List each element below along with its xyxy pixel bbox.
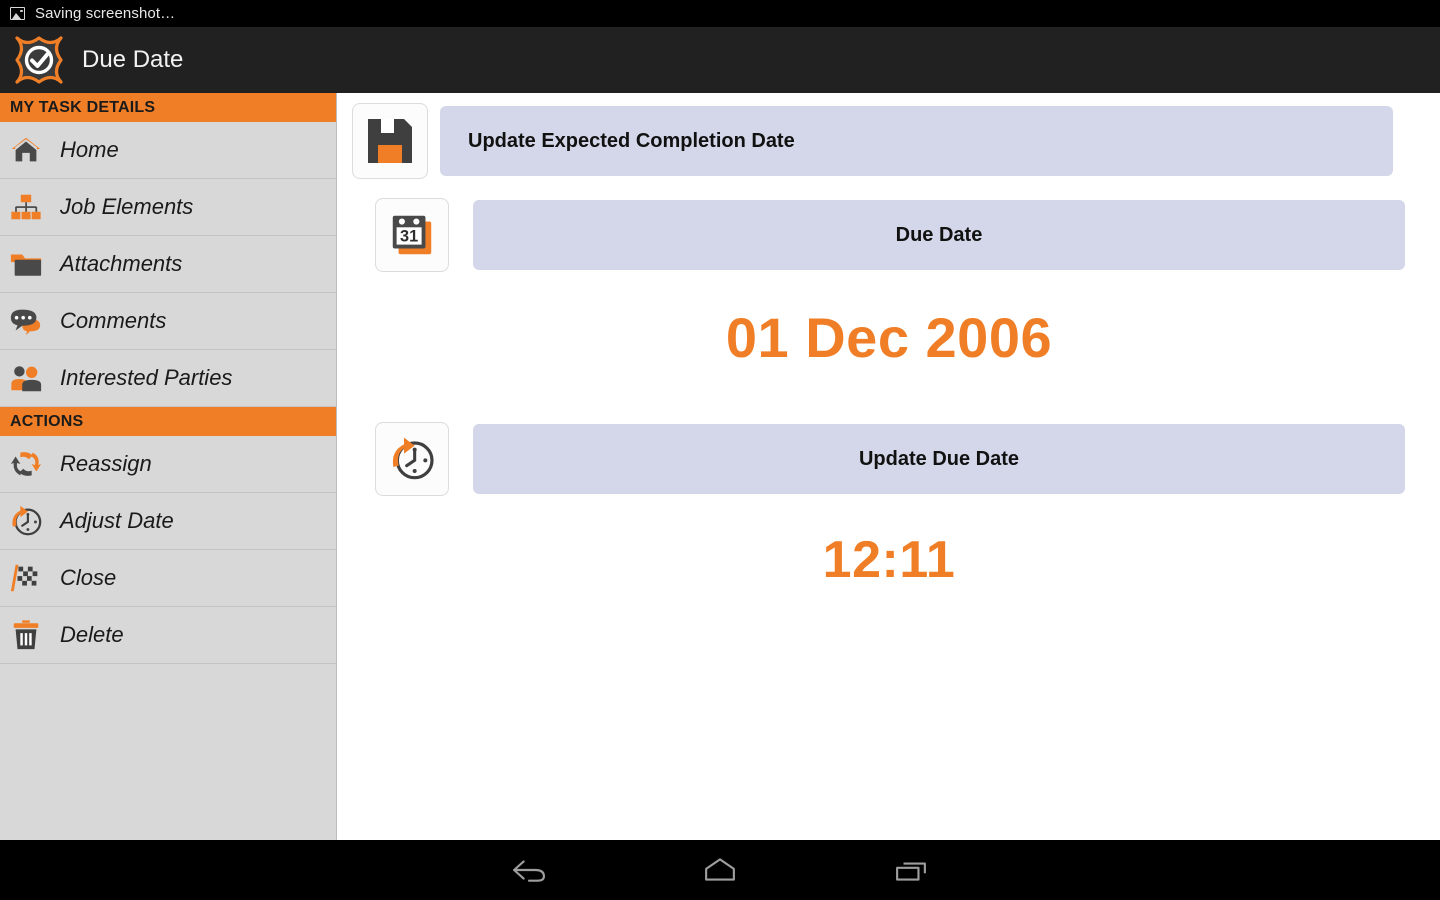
sidebar-item-label: Adjust Date (60, 508, 174, 533)
recents-icon[interactable] (883, 850, 939, 890)
home-icon (8, 132, 44, 168)
main-content: Update Expected Completion Date 31 Due D… (338, 93, 1440, 840)
sidebar-item-close[interactable]: Close (0, 550, 336, 607)
sidebar-item-label: Close (60, 565, 117, 590)
sidebar-item-label: Delete (60, 622, 124, 647)
sidebar: MY TASK DETAILS Home Job Elements Attach… (0, 93, 337, 840)
sidebar-item-label: Job Elements (60, 194, 194, 219)
calendar-31-icon[interactable]: 31 (375, 198, 449, 272)
sidebar-item-interested-parties[interactable]: Interested Parties (0, 350, 336, 407)
update-expected-completion-date-bar[interactable]: Update Expected Completion Date (440, 106, 1393, 176)
sidebar-item-label: Interested Parties (60, 365, 233, 390)
folder-icon (8, 246, 44, 282)
update-due-date-row[interactable]: Update Due Date (375, 422, 1405, 496)
reassign-arrows-icon (8, 446, 44, 482)
sidebar-item-job-elements[interactable]: Job Elements (0, 179, 336, 236)
sidebar-item-delete[interactable]: Delete (0, 607, 336, 664)
svg-text:31: 31 (400, 228, 418, 246)
update-expected-completion-date-row[interactable]: Update Expected Completion Date (352, 103, 1393, 179)
sidebar-section-header-my-task-details: MY TASK DETAILS (0, 93, 336, 122)
home-icon[interactable] (692, 850, 748, 890)
back-icon[interactable] (501, 850, 557, 890)
hierarchy-icon (8, 189, 44, 225)
sidebar-item-comments[interactable]: Comments (0, 293, 336, 350)
clock-arrow-icon (8, 503, 44, 539)
clock-arrow-icon[interactable] (375, 422, 449, 496)
sidebar-section-header-actions: ACTIONS (0, 407, 336, 436)
due-date-bar[interactable]: Due Date (473, 200, 1405, 270)
app-logo-check-star-icon[interactable] (14, 35, 64, 85)
checkered-flag-icon (8, 560, 44, 596)
sidebar-item-attachments[interactable]: Attachments (0, 236, 336, 293)
status-bar-text: Saving screenshot… (35, 5, 176, 22)
update-due-date-label: Update Due Date (858, 447, 1020, 470)
sidebar-item-reassign[interactable]: Reassign (0, 436, 336, 493)
due-date-value: 01 Dec 2006 (725, 306, 1053, 369)
image-icon (10, 7, 25, 20)
page-title: Due Date (82, 46, 184, 73)
people-icon (8, 360, 44, 396)
app-bar: Due Date (0, 27, 1440, 93)
update-due-date-bar[interactable]: Update Due Date (473, 424, 1405, 494)
sidebar-item-home[interactable]: Home (0, 122, 336, 179)
sidebar-item-label: Reassign (60, 451, 152, 476)
sidebar-item-label: Home (60, 137, 119, 162)
android-nav-bar (0, 840, 1440, 900)
trash-icon (8, 617, 44, 653)
sidebar-item-adjust-date[interactable]: Adjust Date (0, 493, 336, 550)
due-date-row[interactable]: 31 Due Date (375, 198, 1405, 272)
update-expected-completion-date-label: Update Expected Completion Date (468, 129, 795, 152)
due-date-label: Due Date (895, 223, 983, 246)
sidebar-item-label: Attachments (60, 251, 183, 276)
speech-bubble-icon (8, 303, 44, 339)
sidebar-item-label: Comments (60, 308, 167, 333)
android-status-bar: Saving screenshot… (0, 0, 1440, 27)
time-value: 12:11 (822, 531, 956, 589)
floppy-save-icon[interactable] (352, 103, 428, 179)
